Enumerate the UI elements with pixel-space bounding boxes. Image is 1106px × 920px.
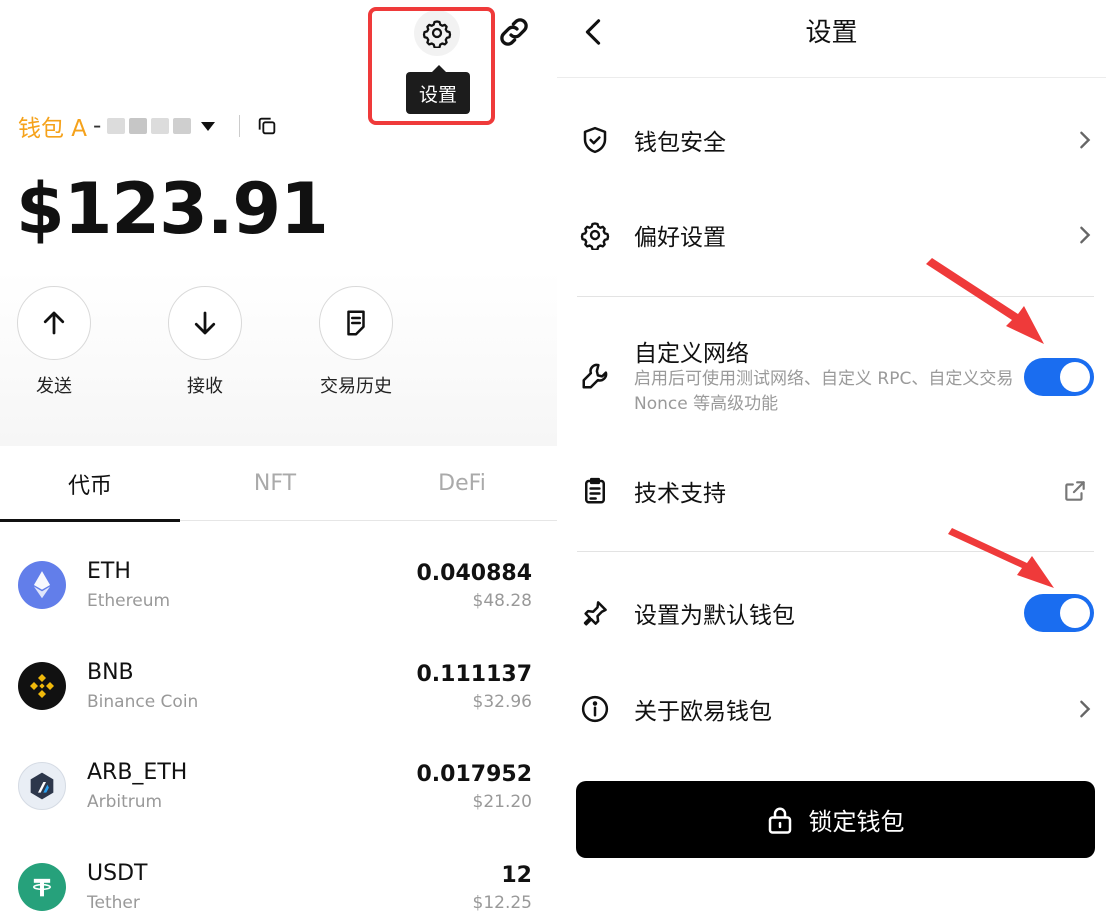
send-button[interactable]: 发送 [14,286,94,398]
settings-panel: 设置 钱包安全 偏好设置 自定义网络 启用后可使用测试网络、自定义 RPC、自定… [557,0,1106,920]
page-title: 设置 [805,18,858,48]
preferences-label: 偏好设置 [634,225,726,251]
asset-tabs: 代币 NFT DeFi [0,446,557,522]
tab-nft[interactable]: NFT [185,446,365,521]
wrench-icon [579,360,611,392]
token-usd-value: $48.28 [472,591,532,611]
default-wallet-toggle[interactable] [1024,594,1094,632]
arrow-down-icon [194,311,216,335]
wallet-selector[interactable]: 钱包 A - [18,108,278,144]
tab-tokens[interactable]: 代币 [0,446,180,522]
chevron-right-icon [1080,700,1091,718]
tether-icon [18,863,66,911]
divider [577,296,1094,297]
arbitrum-icon [18,762,66,810]
settings-item-support[interactable]: 技术支持 [557,466,1106,516]
token-row-arb[interactable]: ARB_ETH Arbitrum 0.017952 $21.20 [0,750,557,850]
wallet-name: 钱包 A [18,116,88,142]
receive-button[interactable]: 接收 [165,286,245,398]
blurred-address [107,118,192,134]
send-label: 发送 [36,376,72,397]
info-icon [579,693,611,725]
token-row-eth[interactable]: ETH Ethereum 0.040884 $48.28 [0,549,557,649]
token-usd-value: $12.25 [472,893,532,913]
lock-wallet-label: 锁定钱包 [808,808,905,836]
token-name: Tether [87,893,140,913]
security-label: 钱包安全 [634,130,726,156]
token-row-bnb[interactable]: BNB Binance Coin 0.111137 $32.96 [0,650,557,750]
bnb-icon [18,662,66,710]
tab-defi[interactable]: DeFi [372,446,552,521]
history-circle[interactable] [319,286,393,360]
send-circle[interactable] [17,286,91,360]
settings-item-security[interactable]: 钱包安全 [557,115,1106,165]
gear-icon [579,219,611,251]
token-row-usdt[interactable]: USDT Tether 12 $12.25 [0,851,557,920]
wallet-home-panel: 设置 钱包 A - $123.91 发送 接收 交易历史 代币 NFT DeFi… [0,0,557,920]
total-balance: $123.91 [16,168,329,250]
lock-icon [767,805,793,835]
chevron-right-icon [1080,131,1091,149]
settings-item-about[interactable]: 关于欧易钱包 [557,684,1106,734]
token-name: Arbitrum [87,792,163,812]
settings-item-preferences[interactable]: 偏好设置 [557,210,1106,260]
token-symbol: ARB_ETH [87,760,188,785]
history-icon [347,310,365,336]
token-name: Binance Coin [87,692,199,712]
custom-network-label: 自定义网络 [634,341,749,367]
divider [239,115,241,137]
chevron-right-icon [1080,226,1091,244]
caret-down-icon [201,121,216,131]
eth-icon [18,561,66,609]
token-amount: 0.111137 [416,662,532,687]
divider [577,551,1094,552]
token-name: Ethereum [87,591,171,611]
token-usd-value: $32.96 [472,692,532,712]
copy-icon[interactable] [256,115,278,137]
arrow-up-icon [43,311,65,335]
token-symbol: USDT [87,861,148,886]
action-buttons: 发送 接收 交易历史 [0,270,557,446]
custom-network-toggle[interactable] [1024,358,1094,396]
settings-header: 设置 [557,0,1106,78]
receive-label: 接收 [187,376,223,397]
token-amount: 0.040884 [416,561,532,586]
history-button[interactable]: 交易历史 [316,286,396,398]
annotation-highlight-box [368,7,495,125]
token-symbol: ETH [87,559,131,584]
settings-item-default-wallet: 设置为默认钱包 [557,587,1106,639]
history-label: 交易历史 [320,376,392,397]
shield-icon [579,124,611,156]
custom-network-description: 启用后可使用测试网络、自定义 RPC、自定义交易 Nonce 等高级功能 [634,369,1014,414]
token-amount: 0.017952 [416,762,532,787]
token-usd-value: $21.20 [472,792,532,812]
token-symbol: BNB [87,660,134,685]
link-icon[interactable] [496,14,532,50]
default-wallet-label: 设置为默认钱包 [634,603,795,629]
clipboard-icon [579,475,611,507]
receive-circle[interactable] [168,286,242,360]
wallet-separator: - [93,113,102,139]
lock-wallet-button[interactable]: 锁定钱包 [576,781,1095,858]
about-label: 关于欧易钱包 [634,699,772,725]
token-amount: 12 [501,863,532,888]
pin-icon [579,597,611,629]
support-label: 技术支持 [634,481,726,507]
external-link-icon [1065,481,1085,501]
